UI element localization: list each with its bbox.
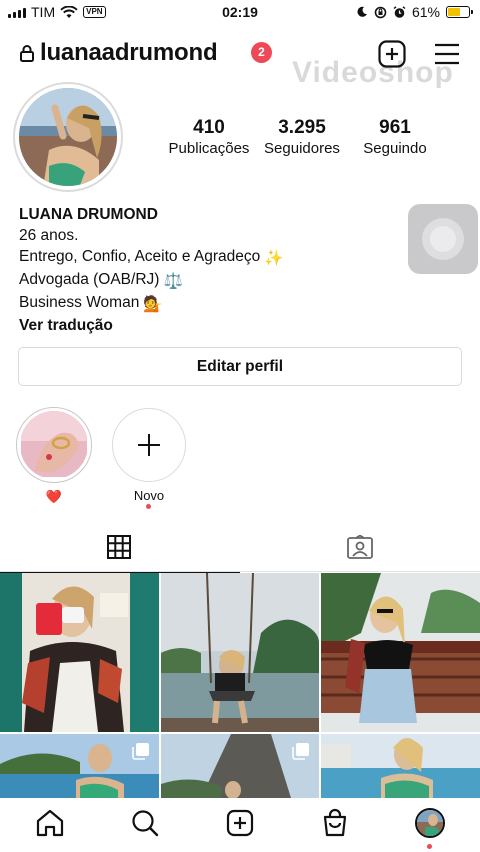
profile-tabs bbox=[0, 527, 480, 573]
bio-line: Entrego, Confio, Aceito e Agradeço ✨ bbox=[19, 246, 284, 269]
bio-line: Business Woman 💁 bbox=[19, 292, 284, 315]
status-bar: TIM VPN 02:19 61% bbox=[0, 0, 480, 26]
story-highlight[interactable]: ❤️ bbox=[16, 407, 92, 505]
posts-label: Publicações bbox=[168, 140, 250, 157]
shop-icon[interactable] bbox=[320, 808, 350, 838]
post-thumbnail[interactable] bbox=[321, 573, 480, 732]
post-thumbnail[interactable] bbox=[0, 734, 159, 798]
edit-profile-button[interactable]: Editar perfil bbox=[18, 347, 462, 386]
stat-posts[interactable]: 410 Publicações bbox=[164, 117, 254, 159]
lock-icon bbox=[20, 45, 34, 62]
search-icon[interactable] bbox=[130, 808, 160, 838]
watermark: Videoshop bbox=[292, 56, 454, 89]
profile-bio: LUANA DRUMOND 26 anos. Entrego, Confio, … bbox=[19, 204, 284, 336]
profile-avatar[interactable] bbox=[13, 82, 123, 192]
stat-following[interactable]: 961 Seguindo bbox=[350, 117, 440, 159]
post-thumbnail[interactable] bbox=[0, 573, 159, 732]
new-indicator-dot bbox=[146, 504, 151, 509]
moon-icon bbox=[357, 6, 367, 17]
following-label: Seguindo bbox=[363, 140, 427, 157]
bio-text: Business Woman bbox=[19, 294, 140, 311]
posts-grid bbox=[0, 573, 480, 798]
sparkles-icon: ✨ bbox=[264, 250, 284, 267]
person-tipping-hand-icon: 💁 bbox=[143, 296, 163, 313]
scales-icon: ⚖️ bbox=[163, 273, 183, 290]
profile-header: luanaadrumond 2 Videoshop bbox=[0, 36, 480, 89]
profile-avatar[interactable] bbox=[415, 808, 445, 838]
menu-button[interactable] bbox=[434, 42, 460, 66]
notification-badge[interactable]: 2 bbox=[251, 42, 272, 63]
profile-stats: 410 Publicações 3.295 Seguidores 961 Seg… bbox=[160, 117, 460, 163]
tab-grid[interactable] bbox=[0, 527, 240, 573]
see-translation-link[interactable]: Ver tradução bbox=[19, 315, 284, 336]
highlight-label-heart: ❤️ bbox=[45, 489, 63, 504]
post-thumbnail[interactable] bbox=[321, 734, 480, 798]
new-highlight-button[interactable]: Novo bbox=[111, 407, 187, 509]
grid-icon bbox=[107, 535, 131, 559]
stat-followers[interactable]: 3.295 Seguidores bbox=[257, 117, 347, 159]
profile-notification-dot bbox=[427, 844, 432, 849]
posts-count: 410 bbox=[193, 117, 225, 138]
post-thumbnail[interactable] bbox=[161, 573, 319, 732]
following-count: 961 bbox=[379, 117, 411, 138]
highlight-ring bbox=[16, 407, 92, 483]
battery-percent: 61% bbox=[411, 4, 440, 20]
status-right: 61% bbox=[356, 4, 473, 20]
battery-fill bbox=[448, 8, 461, 16]
username-switcher[interactable]: luanaadrumond bbox=[40, 39, 218, 67]
bio-text: Entrego, Confio, Aceito e Agradeço bbox=[19, 248, 261, 265]
alarm-icon bbox=[393, 5, 406, 18]
new-highlight-circle bbox=[112, 408, 186, 482]
bio-line: Advogada (OAB/RJ) ⚖️ bbox=[19, 269, 284, 292]
tagged-icon bbox=[347, 535, 373, 559]
assistive-touch-button[interactable] bbox=[408, 204, 478, 274]
highlight-label-new: Novo bbox=[133, 488, 165, 503]
bio-line: 26 anos. bbox=[19, 227, 79, 244]
tab-tagged[interactable] bbox=[240, 527, 480, 572]
plus-icon bbox=[138, 434, 160, 456]
bottom-nav bbox=[0, 798, 480, 852]
rotation-lock-icon bbox=[374, 6, 387, 18]
create-post-icon[interactable] bbox=[225, 808, 255, 838]
bio-text: Advogada (OAB/RJ) bbox=[19, 271, 160, 288]
avatar-image bbox=[19, 88, 117, 186]
battery-icon bbox=[446, 6, 473, 18]
display-name: LUANA DRUMOND bbox=[19, 206, 158, 223]
new-post-button[interactable] bbox=[378, 40, 406, 68]
carousel-icon bbox=[132, 743, 149, 760]
followers-count: 3.295 bbox=[278, 117, 326, 138]
post-thumbnail[interactable] bbox=[161, 734, 319, 798]
carousel-icon bbox=[292, 743, 309, 760]
highlight-cover bbox=[20, 411, 88, 479]
home-icon[interactable] bbox=[35, 808, 65, 838]
followers-label: Seguidores bbox=[264, 140, 340, 157]
